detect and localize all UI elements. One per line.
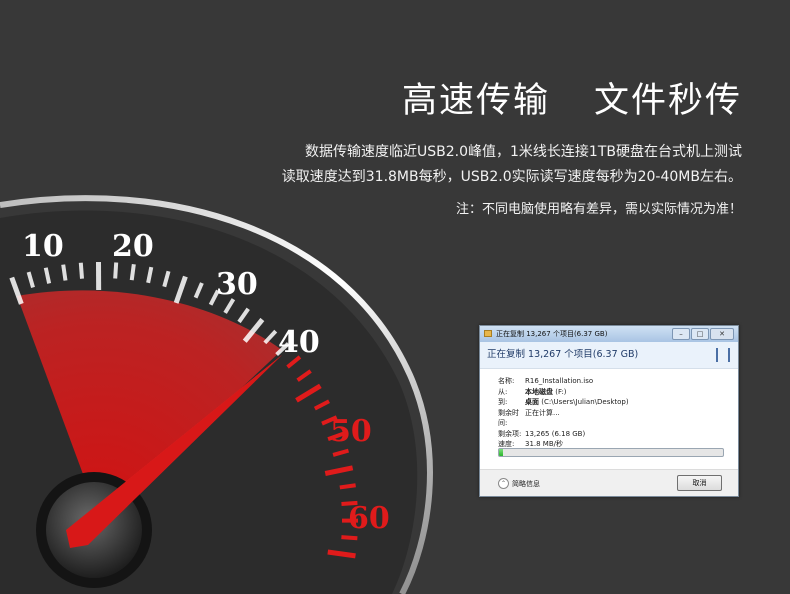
more-info-toggle[interactable]: ⌃ 简略信息 (498, 478, 540, 489)
detail-value: R16_Installation.iso (525, 377, 594, 385)
detail-key: 剩余时间: (498, 408, 519, 428)
detail-row: 从: 本地磁盘 (F:) (498, 387, 738, 398)
headline-right: 文件秒传 (593, 81, 742, 121)
copy-progress-bar (498, 448, 724, 457)
window-controls: – □ ✕ (672, 328, 734, 340)
gauge-label-50: 50 (330, 414, 372, 449)
detail-value: 桌面 (C:\Users\Julian\Desktop) (525, 398, 629, 406)
detail-key: 名称: (498, 377, 515, 385)
more-info-label: 简略信息 (512, 479, 540, 488)
detail-value: 正在计算... (525, 408, 560, 417)
chevron-up-icon: ⌃ (498, 478, 509, 489)
speed-graph-icon[interactable] (716, 348, 730, 362)
dialog-details: 名称: R16_Installation.iso 从: 本地磁盘 (F:) 到: 桌面… (480, 369, 738, 450)
detail-value: 13,265 (6.18 GB) (525, 429, 586, 438)
minimize-button[interactable]: – (672, 328, 690, 340)
gauge-tick (339, 483, 356, 490)
dialog-header-text: 正在复制 13,267 个项目(6.37 GB) (487, 349, 639, 360)
headline-left: 高速传输 (401, 81, 550, 121)
close-button[interactable]: ✕ (710, 328, 734, 340)
description-line-1: 数据传输速度临近USB2.0峰值，1米线长连接1TB硬盘在台式机上测试 (305, 144, 742, 160)
detail-row: 剩余项: 13,265 (6.18 GB) (498, 429, 738, 440)
gauge-tick (113, 262, 119, 279)
detail-value: 本地磁盘 (F:) (525, 387, 567, 396)
gauge-label-60: 60 (348, 501, 390, 536)
dialog-titlebar: 正在复制 13,267 个项目(6.37 GB) – □ ✕ (480, 326, 738, 342)
gauge-tick (129, 263, 136, 281)
maximize-button[interactable]: □ (691, 328, 709, 340)
copy-dialog: 正在复制 13,267 个项目(6.37 GB) – □ ✕ 正在复制 13,2… (479, 325, 739, 497)
gauge-label-40: 40 (278, 325, 320, 360)
gauge-label-30: 30 (216, 267, 258, 302)
gauge-tick (78, 262, 84, 279)
detail-key: 到: (498, 398, 508, 406)
folder-icon (484, 330, 492, 337)
gauge-tick (61, 264, 68, 281)
detail-key: 从: (498, 387, 508, 396)
cancel-button[interactable]: 取消 (677, 475, 722, 491)
description: 数据传输速度临近USB2.0峰值，1米线长连接1TB硬盘在台式机上测试 读取速度… (282, 140, 742, 190)
description-line-2: 读取速度达到31.8MB每秒，USB2.0实际读写速度每秒为20-40MB左右。 (281, 169, 742, 185)
gauge-tick (341, 535, 358, 541)
detail-row: 名称: R16_Installation.iso (498, 376, 738, 387)
detail-row: 剩余时间: 正在计算... (498, 408, 738, 429)
headline: 高速传输 文件秒传 (402, 72, 742, 123)
dialog-footer: ⌃ 简略信息 取消 (480, 469, 738, 496)
gauge-label-20: 20 (112, 229, 154, 264)
note-text: 注：不同电脑使用略有差异，需以实际情况为准！ (455, 202, 742, 217)
detail-row: 到: 桌面 (C:\Users\Julian\Desktop) (498, 397, 738, 408)
gauge-label-10: 10 (22, 229, 64, 264)
detail-key: 剩余项: (498, 429, 522, 438)
dialog-header: 正在复制 13,267 个项目(6.37 GB) (480, 342, 738, 369)
dialog-title: 正在复制 13,267 个项目(6.37 GB) (496, 330, 608, 338)
progress-fill (499, 449, 504, 456)
